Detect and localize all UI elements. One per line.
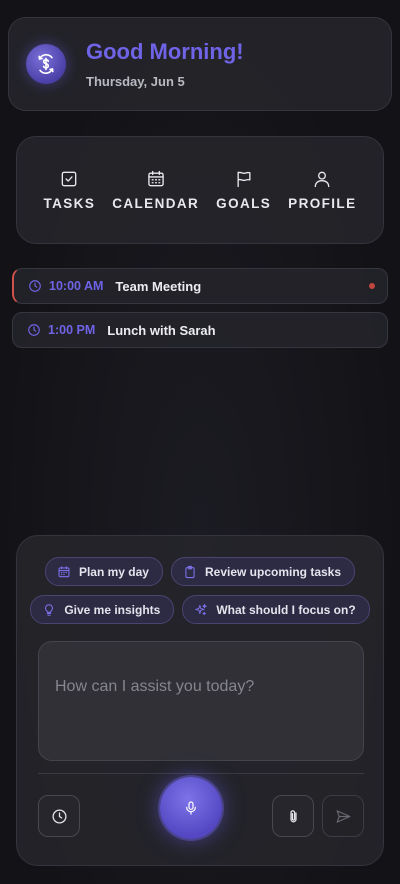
message-input-container xyxy=(38,641,364,761)
user-icon xyxy=(314,171,330,188)
history-button[interactable] xyxy=(38,795,80,837)
assistant-panel: Plan my day Review upcoming tasks Give m… xyxy=(16,535,384,866)
event-item-team-meeting[interactable]: 10:00 AM Team Meeting xyxy=(12,268,388,304)
greeting-block: Good Morning! Thursday, Jun 5 xyxy=(86,39,244,89)
event-title: Lunch with Sarah xyxy=(107,322,216,338)
status-dot xyxy=(369,283,375,289)
nav-label-tasks: TASKS xyxy=(43,196,96,211)
clipboard-icon xyxy=(185,565,195,578)
main-nav: TASKS CALENDAR GOALS PROFILE xyxy=(16,136,384,244)
chip-insights[interactable]: Give me insights xyxy=(30,595,175,624)
chip-focus[interactable]: What should I focus on? xyxy=(182,595,370,624)
microphone-icon xyxy=(186,801,196,815)
chip-plan-my-day[interactable]: Plan my day xyxy=(44,557,163,586)
message-input[interactable] xyxy=(39,642,363,760)
clock-icon xyxy=(29,280,41,292)
checkbox-icon xyxy=(62,171,77,187)
paperclip-icon xyxy=(289,809,297,822)
nav-item-goals[interactable]: GOALS xyxy=(216,169,271,211)
nav-item-profile[interactable]: PROFILE xyxy=(288,169,356,211)
event-time: 1:00 PM xyxy=(48,323,96,337)
nav-label-goals: GOALS xyxy=(216,196,272,211)
greeting-title: Good Morning! xyxy=(86,39,244,64)
history-clock-icon xyxy=(51,808,67,824)
send-button[interactable] xyxy=(322,795,364,837)
microphone-button[interactable] xyxy=(160,777,222,839)
chip-label: Give me insights xyxy=(64,602,161,617)
chip-label: Review upcoming tasks xyxy=(204,564,342,579)
event-title: Team Meeting xyxy=(115,278,202,294)
send-icon xyxy=(336,809,350,823)
sparkles-icon xyxy=(195,603,208,615)
suggestion-chips: Plan my day Review upcoming tasks Give m… xyxy=(17,557,383,633)
chip-review-tasks[interactable]: Review upcoming tasks xyxy=(170,557,356,586)
calendar-icon xyxy=(147,170,164,187)
nav-label-profile: PROFILE xyxy=(288,196,357,211)
nav-item-calendar[interactable]: CALENDAR xyxy=(112,169,199,211)
current-date: Thursday, Jun 5 xyxy=(86,74,185,89)
nav-item-tasks[interactable]: TASKS xyxy=(43,169,95,211)
chip-label: Plan my day xyxy=(78,564,149,579)
calendar-icon xyxy=(58,565,70,577)
lightbulb-icon xyxy=(45,603,54,616)
chip-label: What should I focus on? xyxy=(216,602,356,617)
flag-icon xyxy=(237,171,251,188)
divider xyxy=(38,773,364,774)
nav-label-calendar: CALENDAR xyxy=(112,196,200,211)
greeting-header: Good Morning! Thursday, Jun 5 xyxy=(8,17,392,111)
event-item-lunch[interactable]: 1:00 PM Lunch with Sarah xyxy=(12,312,388,348)
event-time: 10:00 AM xyxy=(49,279,104,293)
attach-button[interactable] xyxy=(272,795,314,837)
clock-icon xyxy=(28,324,40,336)
app-logo[interactable] xyxy=(26,44,66,84)
dollar-chat-icon xyxy=(38,53,54,75)
